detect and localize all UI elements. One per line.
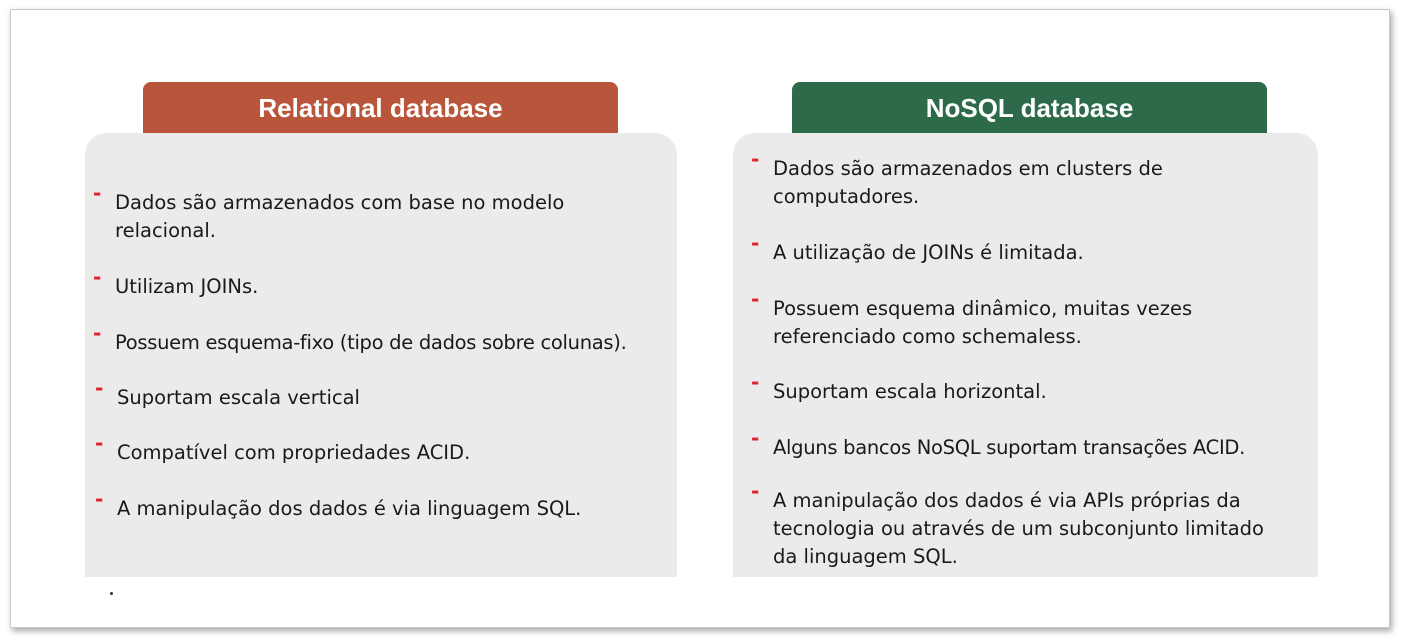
- nosql-item-text: Alguns bancos NoSQL suportam transações …: [773, 436, 1246, 459]
- bullet-dash-icon: -: [93, 321, 102, 345]
- bullet-dash-icon: -: [751, 370, 760, 394]
- nosql-item-1: - Dados são armazenados em clusters de c…: [751, 149, 1311, 211]
- bullet-dash-icon: -: [751, 479, 760, 503]
- relational-item-4: - Suportam escala vertical: [95, 378, 655, 412]
- nosql-item-3: - Possuem esquema dinâmico, muitas vezes…: [751, 289, 1311, 351]
- nosql-item-text: A manipulação dos dados é via APIs própr…: [773, 489, 1264, 568]
- relational-item-6: - A manipulação dos dados é via linguage…: [95, 489, 655, 523]
- nosql-header: NoSQL database: [792, 82, 1267, 134]
- relational-item-3: - Possuem esquema-fixo (tipo de dados so…: [93, 323, 673, 357]
- nosql-item-text: Dados são armazenados em clusters de com…: [773, 157, 1163, 208]
- bullet-dash-icon: -: [751, 287, 760, 311]
- relational-title: Relational database: [258, 92, 503, 123]
- bullet-dash-icon: -: [95, 487, 104, 511]
- nosql-item-2: - A utilização de JOINs é limitada.: [751, 233, 1311, 267]
- bullet-dash-icon: -: [93, 181, 102, 205]
- relational-item-text: Compatível com propriedades ACID.: [117, 441, 471, 464]
- relational-item-text: Possuem esquema-fixo (tipo de dados sobr…: [115, 331, 627, 354]
- relational-item-text: Suportam escala vertical: [117, 386, 360, 409]
- relational-panel: - Dados são armazenados com base no mode…: [85, 133, 677, 577]
- bullet-dash-icon: -: [751, 147, 760, 171]
- nosql-panel: - Dados são armazenados em clusters de c…: [733, 133, 1318, 577]
- relational-item-2: - Utilizam JOINs.: [93, 267, 653, 301]
- relational-item-text: Utilizam JOINs.: [115, 275, 259, 298]
- stray-dot: [110, 592, 113, 595]
- nosql-item-text: A utilização de JOINs é limitada.: [773, 241, 1084, 264]
- relational-header: Relational database: [143, 82, 618, 134]
- relational-item-text: A manipulação dos dados é via linguagem …: [117, 497, 582, 520]
- bullet-dash-icon: -: [751, 426, 760, 450]
- relational-item-text: Dados são armazenados com base no modelo…: [115, 191, 565, 242]
- nosql-item-4: - Suportam escala horizontal.: [751, 372, 1311, 406]
- nosql-item-text: Possuem esquema dinâmico, muitas vezes r…: [773, 297, 1193, 348]
- relational-item-1: - Dados são armazenados com base no mode…: [93, 183, 653, 245]
- nosql-item-6: - A manipulação dos dados é via APIs pró…: [751, 481, 1311, 571]
- nosql-item-text: Suportam escala horizontal.: [773, 380, 1047, 403]
- bullet-dash-icon: -: [95, 431, 104, 455]
- relational-item-5: - Compatível com propriedades ACID.: [95, 433, 655, 467]
- bullet-dash-icon: -: [95, 376, 104, 400]
- bullet-dash-icon: -: [93, 265, 102, 289]
- nosql-title: NoSQL database: [925, 92, 1134, 123]
- bullet-dash-icon: -: [751, 231, 760, 255]
- nosql-item-5: - Alguns bancos NoSQL suportam transaçõe…: [751, 428, 1316, 462]
